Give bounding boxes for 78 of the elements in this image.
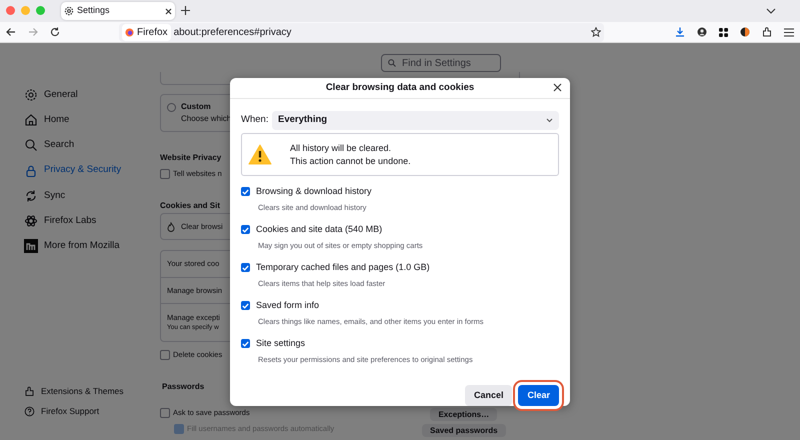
account-icon[interactable] bbox=[697, 27, 707, 37]
m-logo-icon bbox=[24, 239, 38, 254]
checkbox[interactable] bbox=[241, 263, 250, 272]
sidebar-label: Sync bbox=[44, 188, 66, 203]
checkbox[interactable] bbox=[241, 225, 250, 234]
flame-icon bbox=[167, 222, 175, 232]
search-icon bbox=[388, 59, 396, 67]
settings-button[interactable]: Saved passwords bbox=[422, 424, 506, 437]
atom-icon bbox=[24, 214, 38, 228]
tab-title: Settings bbox=[77, 4, 111, 18]
option-label: Site settings bbox=[256, 337, 306, 350]
star-icon[interactable] bbox=[591, 27, 601, 37]
download-icon[interactable] bbox=[675, 27, 685, 37]
close-icon[interactable] bbox=[165, 8, 172, 14]
option-label: Cookies and site data (540 MB) bbox=[256, 223, 382, 236]
sidebar-label: Firefox Labs bbox=[44, 214, 96, 228]
option-label: Saved form info bbox=[256, 299, 320, 312]
gear-icon bbox=[64, 6, 74, 16]
sidebar-item[interactable]: Privacy & Security bbox=[24, 158, 150, 184]
warning-text: This action cannot be undone. bbox=[290, 154, 411, 167]
time-range-select[interactable]: Everything bbox=[272, 111, 559, 130]
section-heading: Passwords bbox=[162, 381, 204, 393]
chevron-icon bbox=[546, 118, 553, 123]
sidebar-label: More from Mozilla bbox=[44, 239, 120, 254]
field-label: When: bbox=[241, 113, 269, 128]
clear-button[interactable]: Clear bbox=[518, 385, 559, 406]
sidebar-label: Privacy & Security bbox=[44, 163, 122, 178]
radio-button[interactable] bbox=[167, 103, 176, 112]
apps-icon[interactable] bbox=[719, 28, 728, 36]
link-label: Extensions & Themes bbox=[41, 384, 124, 398]
browser-tab[interactable]: Settings bbox=[61, 2, 175, 20]
new-tab-icon[interactable] bbox=[181, 6, 190, 15]
checkbox[interactable] bbox=[241, 339, 250, 348]
sidebar-link[interactable]: Extensions & Themes bbox=[24, 381, 150, 401]
warning-text: All history will be cleared. bbox=[290, 142, 392, 154]
sidebar-item[interactable]: More from Mozilla bbox=[24, 234, 150, 260]
dialog-title: Clear browsing data and cookies bbox=[326, 80, 474, 95]
sidebar-label: Home bbox=[44, 112, 70, 127]
sidebar-label: Search bbox=[44, 138, 74, 152]
lock-icon bbox=[24, 164, 38, 178]
sidebar-item[interactable]: Home bbox=[24, 107, 150, 133]
help-icon bbox=[24, 406, 35, 416]
option-title: Custom bbox=[181, 101, 211, 113]
link-label: Firefox Support bbox=[41, 404, 100, 418]
sidebar-item[interactable]: General bbox=[24, 82, 150, 108]
settings-button[interactable]: Exceptions… bbox=[430, 408, 498, 421]
identity-button[interactable]: Firefox bbox=[122, 24, 171, 40]
checkbox[interactable] bbox=[160, 169, 170, 179]
search-placeholder: Find in Settings bbox=[402, 56, 471, 70]
sidebar-item[interactable]: Search bbox=[24, 132, 150, 158]
sidebar-item[interactable]: Sync bbox=[24, 183, 150, 208]
browser-logo-icon bbox=[125, 28, 134, 36]
warning-icon bbox=[248, 144, 272, 165]
menu-icon[interactable] bbox=[784, 28, 794, 36]
checkbox[interactable] bbox=[241, 187, 250, 196]
url-text: about:preferences#privacy bbox=[174, 26, 292, 40]
sidebar-item[interactable]: Firefox Labs bbox=[24, 208, 150, 234]
checkbox[interactable] bbox=[160, 408, 170, 418]
option-label: Temporary cached files and pages (1.0 GB) bbox=[256, 261, 430, 274]
search-field[interactable]: Find in Settings bbox=[381, 54, 501, 72]
sync-icon bbox=[24, 188, 38, 203]
search-icon bbox=[24, 138, 38, 152]
section-heading: Website Privacy bbox=[160, 152, 222, 164]
section-heading: Cookies and Sit bbox=[160, 200, 220, 212]
back-icon[interactable] bbox=[6, 27, 16, 37]
reload-icon[interactable] bbox=[50, 27, 60, 37]
address-bar[interactable]: Firefox about:preferences#privacy bbox=[119, 22, 604, 42]
cancel-button[interactable]: Cancel bbox=[464, 385, 512, 406]
sidebar-label: General bbox=[44, 88, 78, 102]
checkbox[interactable] bbox=[160, 350, 170, 360]
sidebar-link[interactable]: Firefox Support bbox=[24, 401, 150, 421]
option-label: Browsing & download history bbox=[256, 185, 372, 198]
home-icon bbox=[24, 112, 38, 127]
gear-icon bbox=[24, 88, 38, 102]
close-window-button[interactable] bbox=[6, 6, 15, 15]
half-circle-icon[interactable] bbox=[740, 27, 750, 37]
checkbox[interactable] bbox=[241, 301, 250, 310]
chevron-icon[interactable] bbox=[766, 8, 776, 14]
